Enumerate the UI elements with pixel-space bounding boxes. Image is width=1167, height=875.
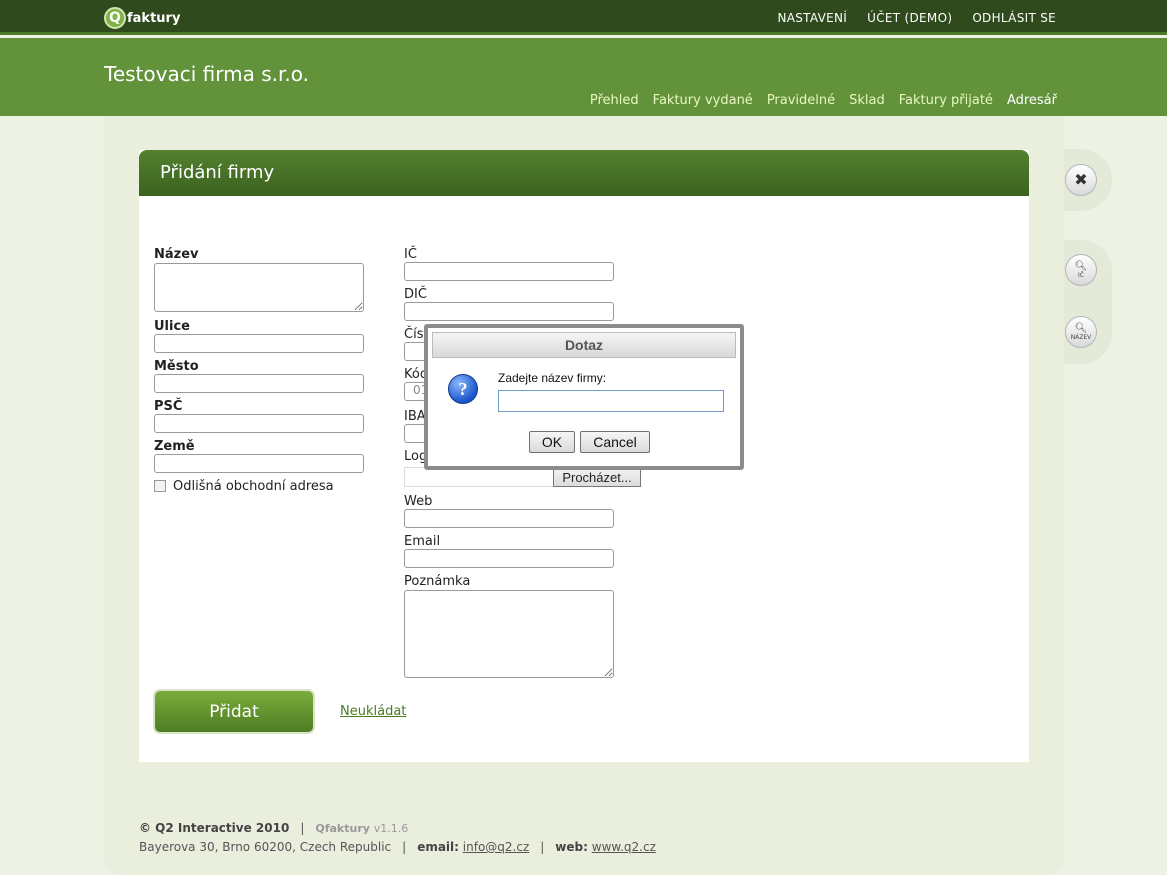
ok-button[interactable]: OK: [529, 431, 575, 453]
label-ic: IČ: [404, 247, 417, 262]
different-address-checkbox[interactable]: [154, 480, 166, 492]
nazev-field[interactable]: [154, 263, 364, 312]
email-field[interactable]: [404, 549, 614, 568]
nav-settings[interactable]: NASTAVENÍ: [777, 11, 847, 25]
main-nav: Přehled Faktury vydané Pravidelné Sklad …: [590, 93, 1057, 108]
lookup-name-caption: NÁZEV: [1070, 333, 1092, 341]
prompt-dialog: Dotaz ? Zadejte název firmy: OK Cancel: [424, 324, 744, 470]
footer-line-1: © Q2 Interactive 2010 | Qfaktury v1.1.6: [139, 819, 656, 838]
note-field[interactable]: [404, 590, 614, 678]
label-ulice: Ulice: [154, 319, 190, 334]
footer-separator: |: [540, 840, 545, 854]
footer-line-2: Bayerova 30, Brno 60200, Czech Republic |…: [139, 838, 656, 856]
footer-address: Bayerova 30, Brno 60200, Czech Republic: [139, 840, 392, 854]
label-dic: DIČ: [404, 287, 427, 302]
tab-address-book[interactable]: Adresář: [1007, 93, 1057, 108]
app-logo[interactable]: Q faktury: [104, 6, 180, 30]
question-icon: ?: [448, 374, 478, 404]
panel-title: Přidání firmy: [139, 150, 1029, 196]
footer-copyright: © Q2 Interactive 2010: [139, 821, 290, 835]
label-iban: IBA: [404, 409, 426, 424]
psc-field[interactable]: [154, 414, 364, 433]
tab-warehouse[interactable]: Sklad: [849, 93, 885, 108]
nav-logout[interactable]: ODHLÁSIT SE: [972, 11, 1056, 25]
dialog-input[interactable]: [498, 390, 724, 412]
dialog-title: Dotaz: [432, 332, 736, 358]
zeme-field[interactable]: [154, 454, 364, 473]
dic-field[interactable]: [404, 302, 614, 321]
label-email: Email: [404, 534, 441, 549]
label-zeme: Země: [154, 439, 195, 454]
company-name: Testovaci firma s.r.o.: [104, 62, 309, 86]
dialog-message: Zadejte název firmy:: [498, 371, 607, 385]
magnifier-icon: 🔍︎: [1074, 322, 1088, 334]
footer-separator: |: [300, 821, 305, 835]
footer-separator: |: [402, 840, 407, 854]
lookup-by-name-button[interactable]: 🔍︎ NÁZEV: [1065, 316, 1097, 348]
footer: © Q2 Interactive 2010 | Qfaktury v1.1.6 Ba…: [139, 819, 656, 856]
footer-product: Qfaktury: [315, 822, 370, 835]
top-bar: Q faktury NASTAVENÍ ÚČET (DEMO) ODHLÁSIT…: [0, 0, 1167, 35]
label-mesto: Město: [154, 359, 199, 374]
ulice-field[interactable]: [154, 334, 364, 353]
close-button[interactable]: ✖: [1065, 164, 1097, 196]
logo-q-icon: Q: [104, 7, 126, 29]
web-field[interactable]: [404, 509, 614, 528]
label-different-address: Odlišná obchodní adresa: [173, 479, 334, 494]
magnifier-icon: 🔍︎: [1074, 260, 1088, 272]
logo-file-field[interactable]: [404, 467, 554, 487]
cancel-button[interactable]: Cancel: [580, 431, 650, 453]
footer-email-link[interactable]: info@q2.cz: [463, 840, 529, 854]
logo-text: faktury: [127, 10, 181, 26]
discard-link[interactable]: Neukládat: [340, 704, 406, 719]
mesto-field[interactable]: [154, 374, 364, 393]
browse-button[interactable]: Procházet...: [553, 467, 641, 487]
tab-recurring[interactable]: Pravidelné: [767, 93, 835, 108]
lookup-by-ic-button[interactable]: 🔍︎ IČ: [1065, 254, 1097, 286]
footer-web-label: web:: [555, 840, 588, 854]
tab-received-invoices[interactable]: Faktury přijaté: [899, 93, 993, 108]
ic-field[interactable]: [404, 262, 614, 281]
top-nav: NASTAVENÍ ÚČET (DEMO) ODHLÁSIT SE: [777, 11, 1056, 25]
close-icon: ✖: [1074, 170, 1088, 189]
tab-overview[interactable]: Přehled: [590, 93, 639, 108]
label-web: Web: [404, 494, 433, 509]
tab-issued-invoices[interactable]: Faktury vydané: [653, 93, 753, 108]
label-nazev: Název: [154, 247, 199, 262]
label-account-number: Čís: [404, 327, 424, 342]
label-psc: PSČ: [154, 399, 183, 414]
footer-web-link[interactable]: www.q2.cz: [592, 840, 656, 854]
footer-version: v1.1.6: [373, 822, 409, 835]
header: Testovaci firma s.r.o. Přehled Faktury v…: [0, 38, 1167, 116]
footer-email-label: email:: [417, 840, 459, 854]
label-note: Poznámka: [404, 574, 471, 589]
lookup-ic-caption: IČ: [1078, 271, 1084, 279]
add-button[interactable]: Přidat: [155, 691, 313, 732]
nav-account[interactable]: ÚČET (DEMO): [867, 11, 952, 25]
